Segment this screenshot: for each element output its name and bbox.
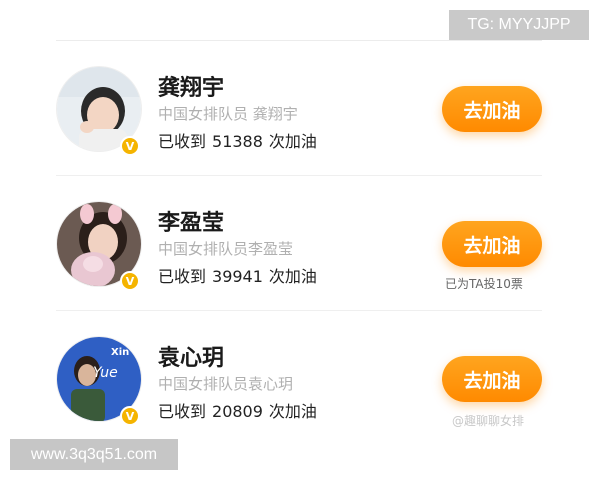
avatar-wrap[interactable]: V <box>56 201 144 291</box>
tg-watermark: TG: MYYJJPP <box>449 10 589 40</box>
voted-note: 已为TA投10票 <box>445 277 523 291</box>
avatar-wrap[interactable]: V <box>56 66 144 156</box>
cheer-count: 已收到 39941 次加油 <box>158 263 317 287</box>
source-watermark: @趣聊聊女排 <box>452 414 525 428</box>
received-suffix: 次加油 <box>268 267 317 286</box>
row-divider <box>56 175 542 176</box>
cheer-count-number: 51388 <box>212 132 263 151</box>
received-suffix: 次加油 <box>268 132 317 151</box>
player-title: 中国女排队员 龚翔宇 <box>158 105 298 123</box>
verified-badge-icon: V <box>120 136 140 156</box>
player-card: V 龚翔宇 中国女排队员 龚翔宇 已收到 51388 次加油 去加油 <box>0 48 600 178</box>
received-prefix: 已收到 <box>158 402 207 421</box>
verified-badge-icon: V <box>120 271 140 291</box>
avatar-text-line2: Yue <box>93 365 118 381</box>
player-card: V 李盈莹 中国女排队员李盈莹 已收到 39941 次加油 去加油 已为TA投10票 <box>0 183 600 313</box>
avatar-wrap[interactable]: Xin Yue V <box>56 336 144 426</box>
player-title: 中国女排队员袁心玥 <box>158 375 294 393</box>
cheer-count: 已收到 51388 次加油 <box>158 128 317 152</box>
cheer-button[interactable]: 去加油 <box>442 221 542 267</box>
top-divider <box>56 40 542 41</box>
received-suffix: 次加油 <box>268 402 317 421</box>
player-name: 李盈莹 <box>158 211 225 236</box>
cheer-button[interactable]: 去加油 <box>442 356 542 402</box>
cheer-count: 已收到 20809 次加油 <box>158 398 317 422</box>
verified-badge-icon: V <box>120 406 140 426</box>
received-prefix: 已收到 <box>158 132 207 151</box>
received-prefix: 已收到 <box>158 267 207 286</box>
player-name: 袁心玥 <box>158 346 225 371</box>
cheer-count-number: 39941 <box>212 267 263 286</box>
cheer-count-number: 20809 <box>212 402 263 421</box>
row-divider <box>56 310 542 311</box>
player-name: 龚翔宇 <box>158 76 225 101</box>
player-title: 中国女排队员李盈莹 <box>158 240 294 258</box>
cheer-button[interactable]: 去加油 <box>442 86 542 132</box>
avatar-text-line1: Xin <box>111 347 129 358</box>
url-watermark: www.3q3q51.com <box>10 439 178 470</box>
